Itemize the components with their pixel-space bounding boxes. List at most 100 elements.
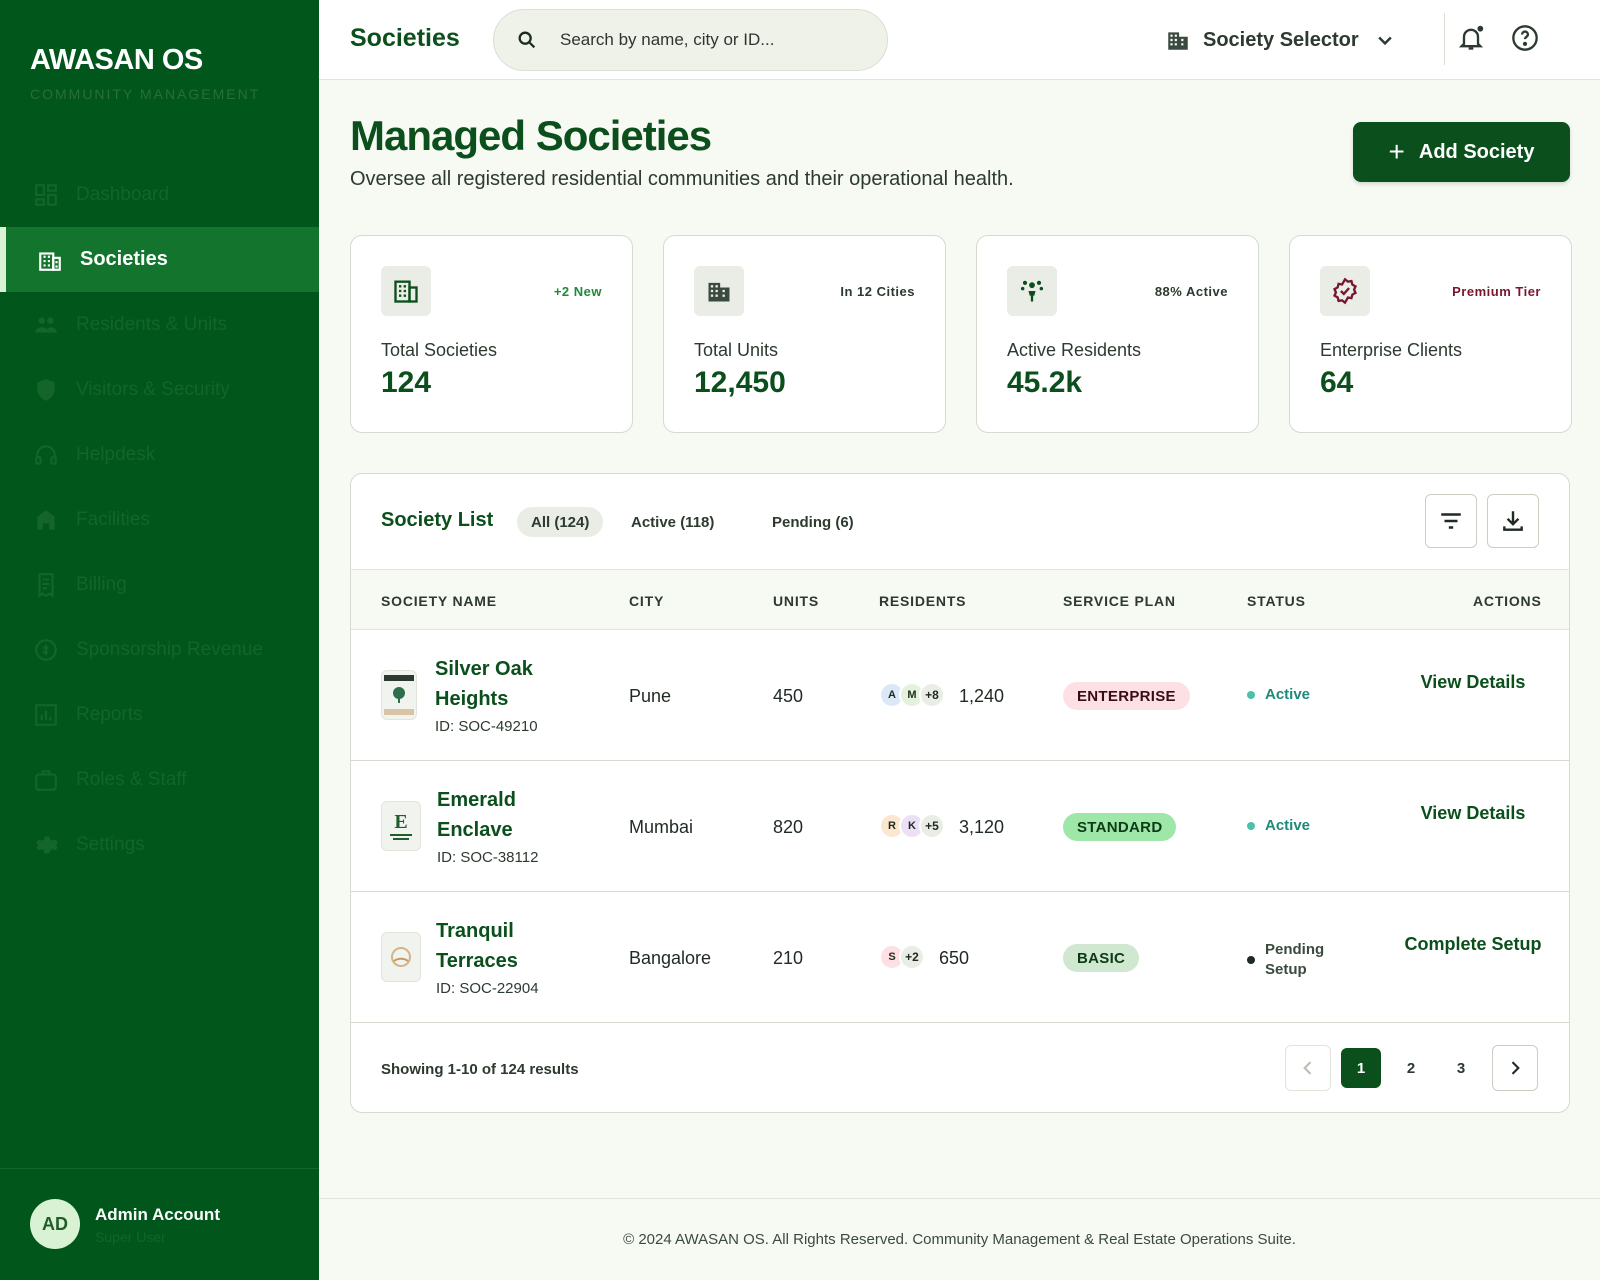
residents-count: 650 <box>939 948 970 968</box>
resident-avatar-more: +2 <box>899 944 925 970</box>
sidebar-item-settings[interactable]: Settings <box>0 812 319 877</box>
notifications-button[interactable] <box>1455 22 1487 54</box>
table-header: SOCIETY NAME CITY UNITS RESIDENTS SERVIC… <box>351 570 1569 630</box>
dashboard-icon <box>32 181 60 209</box>
sidebar-item-roles[interactable]: Roles & Staff <box>0 747 319 812</box>
plan-badge: BASIC <box>1063 944 1140 972</box>
account-name: Admin Account <box>95 1205 220 1224</box>
avatar: AD <box>30 1199 80 1249</box>
sidebar-nav: Dashboard Societies Residents & Units Vi… <box>0 162 319 877</box>
view-details-link[interactable]: View Details <box>1418 801 1528 826</box>
stat-badge: 88% Active <box>1154 284 1228 299</box>
column-header[interactable]: STATUS <box>1247 593 1306 609</box>
stat-label: Enterprise Clients <box>1320 340 1463 360</box>
coin-icon <box>32 636 60 664</box>
view-details-link[interactable]: View Details <box>1418 670 1528 695</box>
sidebar-item-label: Roles & Staff <box>76 768 187 790</box>
help-icon <box>1512 25 1538 51</box>
tab-pending[interactable]: Pending (6) <box>758 507 868 537</box>
sidebar-item-societies[interactable]: Societies <box>0 227 319 292</box>
sidebar-item-billing[interactable]: Billing <box>0 552 319 617</box>
status-dot <box>1247 690 1255 699</box>
stat-badge: +2 New <box>553 284 602 299</box>
sidebar-item-label: Sponsorship Revenue <box>76 638 263 660</box>
table-row[interactable]: Tranquil Terraces ID: SOC-22904 Bangalor… <box>351 892 1569 1023</box>
sidebar-item-label: Facilities <box>76 508 150 530</box>
sidebar-item-reports[interactable]: Reports <box>0 682 319 747</box>
chart-icon <box>32 701 60 729</box>
status-badge: Pending Setup <box>1247 940 1347 980</box>
stat-value: 124 <box>381 366 432 399</box>
sidebar-item-facilities[interactable]: Facilities <box>0 487 319 552</box>
residents-count: 3,120 <box>959 817 1005 837</box>
page-button-3[interactable]: 3 <box>1441 1048 1481 1088</box>
building-icon <box>381 266 431 316</box>
sidebar-item-helpdesk[interactable]: Helpdesk <box>0 422 319 487</box>
status-label: Active <box>1265 686 1311 703</box>
stat-label: Total Societies <box>381 340 498 360</box>
resident-avatars: A M +8 <box>879 682 945 708</box>
society-id: ID: SOC-22904 <box>436 980 539 997</box>
prev-page-button[interactable] <box>1285 1045 1331 1091</box>
add-society-label: Add Society <box>1418 140 1535 163</box>
table-row[interactable]: E Emerald Enclave ID: SOC-38112 Mumbai 8… <box>351 761 1569 892</box>
help-button[interactable] <box>1509 22 1541 54</box>
facility-icon <box>32 506 60 534</box>
status-dot <box>1247 821 1255 830</box>
sidebar-item-label: Billing <box>76 573 127 595</box>
chevron-right-icon <box>1511 1061 1520 1075</box>
table-row[interactable]: Silver Oak Heights ID: SOC-49210 Pune 45… <box>351 630 1569 761</box>
sidebar-item-residents[interactable]: Residents & Units <box>0 292 319 357</box>
society-name[interactable]: Silver Oak Heights <box>435 654 585 714</box>
sidebar-item-label: Dashboard <box>76 183 169 205</box>
search-input[interactable] <box>560 30 880 50</box>
stat-card-enterprise-clients: Premium Tier Enterprise Clients 64 <box>1289 235 1572 433</box>
column-header[interactable]: SOCIETY NAME <box>381 593 497 609</box>
column-header[interactable]: RESIDENTS <box>879 593 966 609</box>
next-page-button[interactable] <box>1492 1045 1538 1091</box>
sidebar-item-label: Reports <box>76 703 143 725</box>
stat-value: 64 <box>1320 366 1354 399</box>
download-button[interactable] <box>1487 494 1539 548</box>
plan-badge: STANDARD <box>1063 813 1177 841</box>
column-header[interactable]: UNITS <box>773 593 819 609</box>
results-count: Showing 1-10 of 124 results <box>381 1061 579 1078</box>
building-icon <box>1168 32 1188 50</box>
stat-label: Total Units <box>694 340 779 360</box>
page-subtitle: Oversee all registered residential commu… <box>350 168 1014 190</box>
receipt-icon <box>32 571 60 599</box>
add-society-button[interactable]: + Add Society <box>1353 122 1570 182</box>
filter-icon <box>1441 513 1461 529</box>
society-selector[interactable]: Society Selector <box>1165 22 1395 58</box>
column-header[interactable]: CITY <box>629 593 664 609</box>
page-button-1[interactable]: 1 <box>1341 1048 1381 1088</box>
footer-text: © 2024 AWASAN OS. All Rights Reserved. C… <box>623 1231 1296 1248</box>
page-title: Managed Societies <box>350 112 712 159</box>
stat-card-total-societies: +2 New Total Societies 124 <box>350 235 633 433</box>
sidebar: AWASAN OS COMMUNITY MANAGEMENT Dashboard… <box>0 0 319 1280</box>
resident-avatar-more: +8 <box>919 682 945 708</box>
status-dot <box>1247 956 1255 964</box>
search-box[interactable] <box>493 9 888 71</box>
units-cell: 450 <box>773 686 804 706</box>
filter-button[interactable] <box>1425 494 1477 548</box>
sidebar-item-visitors[interactable]: Visitors & Security <box>0 357 319 422</box>
sidebar-item-dashboard[interactable]: Dashboard <box>0 162 319 227</box>
sidebar-item-sponsorship[interactable]: Sponsorship Revenue <box>0 617 319 682</box>
society-name[interactable]: Tranquil Terraces <box>436 916 586 976</box>
city-cell: Bangalore <box>629 948 712 968</box>
tab-all[interactable]: All (124) <box>517 507 604 537</box>
account-panel[interactable]: AD Admin Account Super User <box>0 1168 319 1280</box>
chevron-left-icon <box>1303 1061 1312 1075</box>
tab-active[interactable]: Active (118) <box>617 507 728 537</box>
plan-badge: ENTERPRISE <box>1063 682 1190 710</box>
badge-icon <box>32 766 60 794</box>
page-button-2[interactable]: 2 <box>1391 1048 1431 1088</box>
brand-subtitle: COMMUNITY MANAGEMENT <box>30 86 261 102</box>
column-header[interactable]: ACTIONS <box>1473 593 1542 609</box>
sidebar-item-label: Societies <box>80 248 168 270</box>
column-header[interactable]: SERVICE PLAN <box>1063 593 1176 609</box>
society-name[interactable]: Emerald Enclave <box>437 785 587 845</box>
complete-setup-link[interactable]: Complete Setup <box>1398 932 1548 957</box>
stat-card-total-units: In 12 Cities Total Units 12,450 <box>663 235 946 433</box>
